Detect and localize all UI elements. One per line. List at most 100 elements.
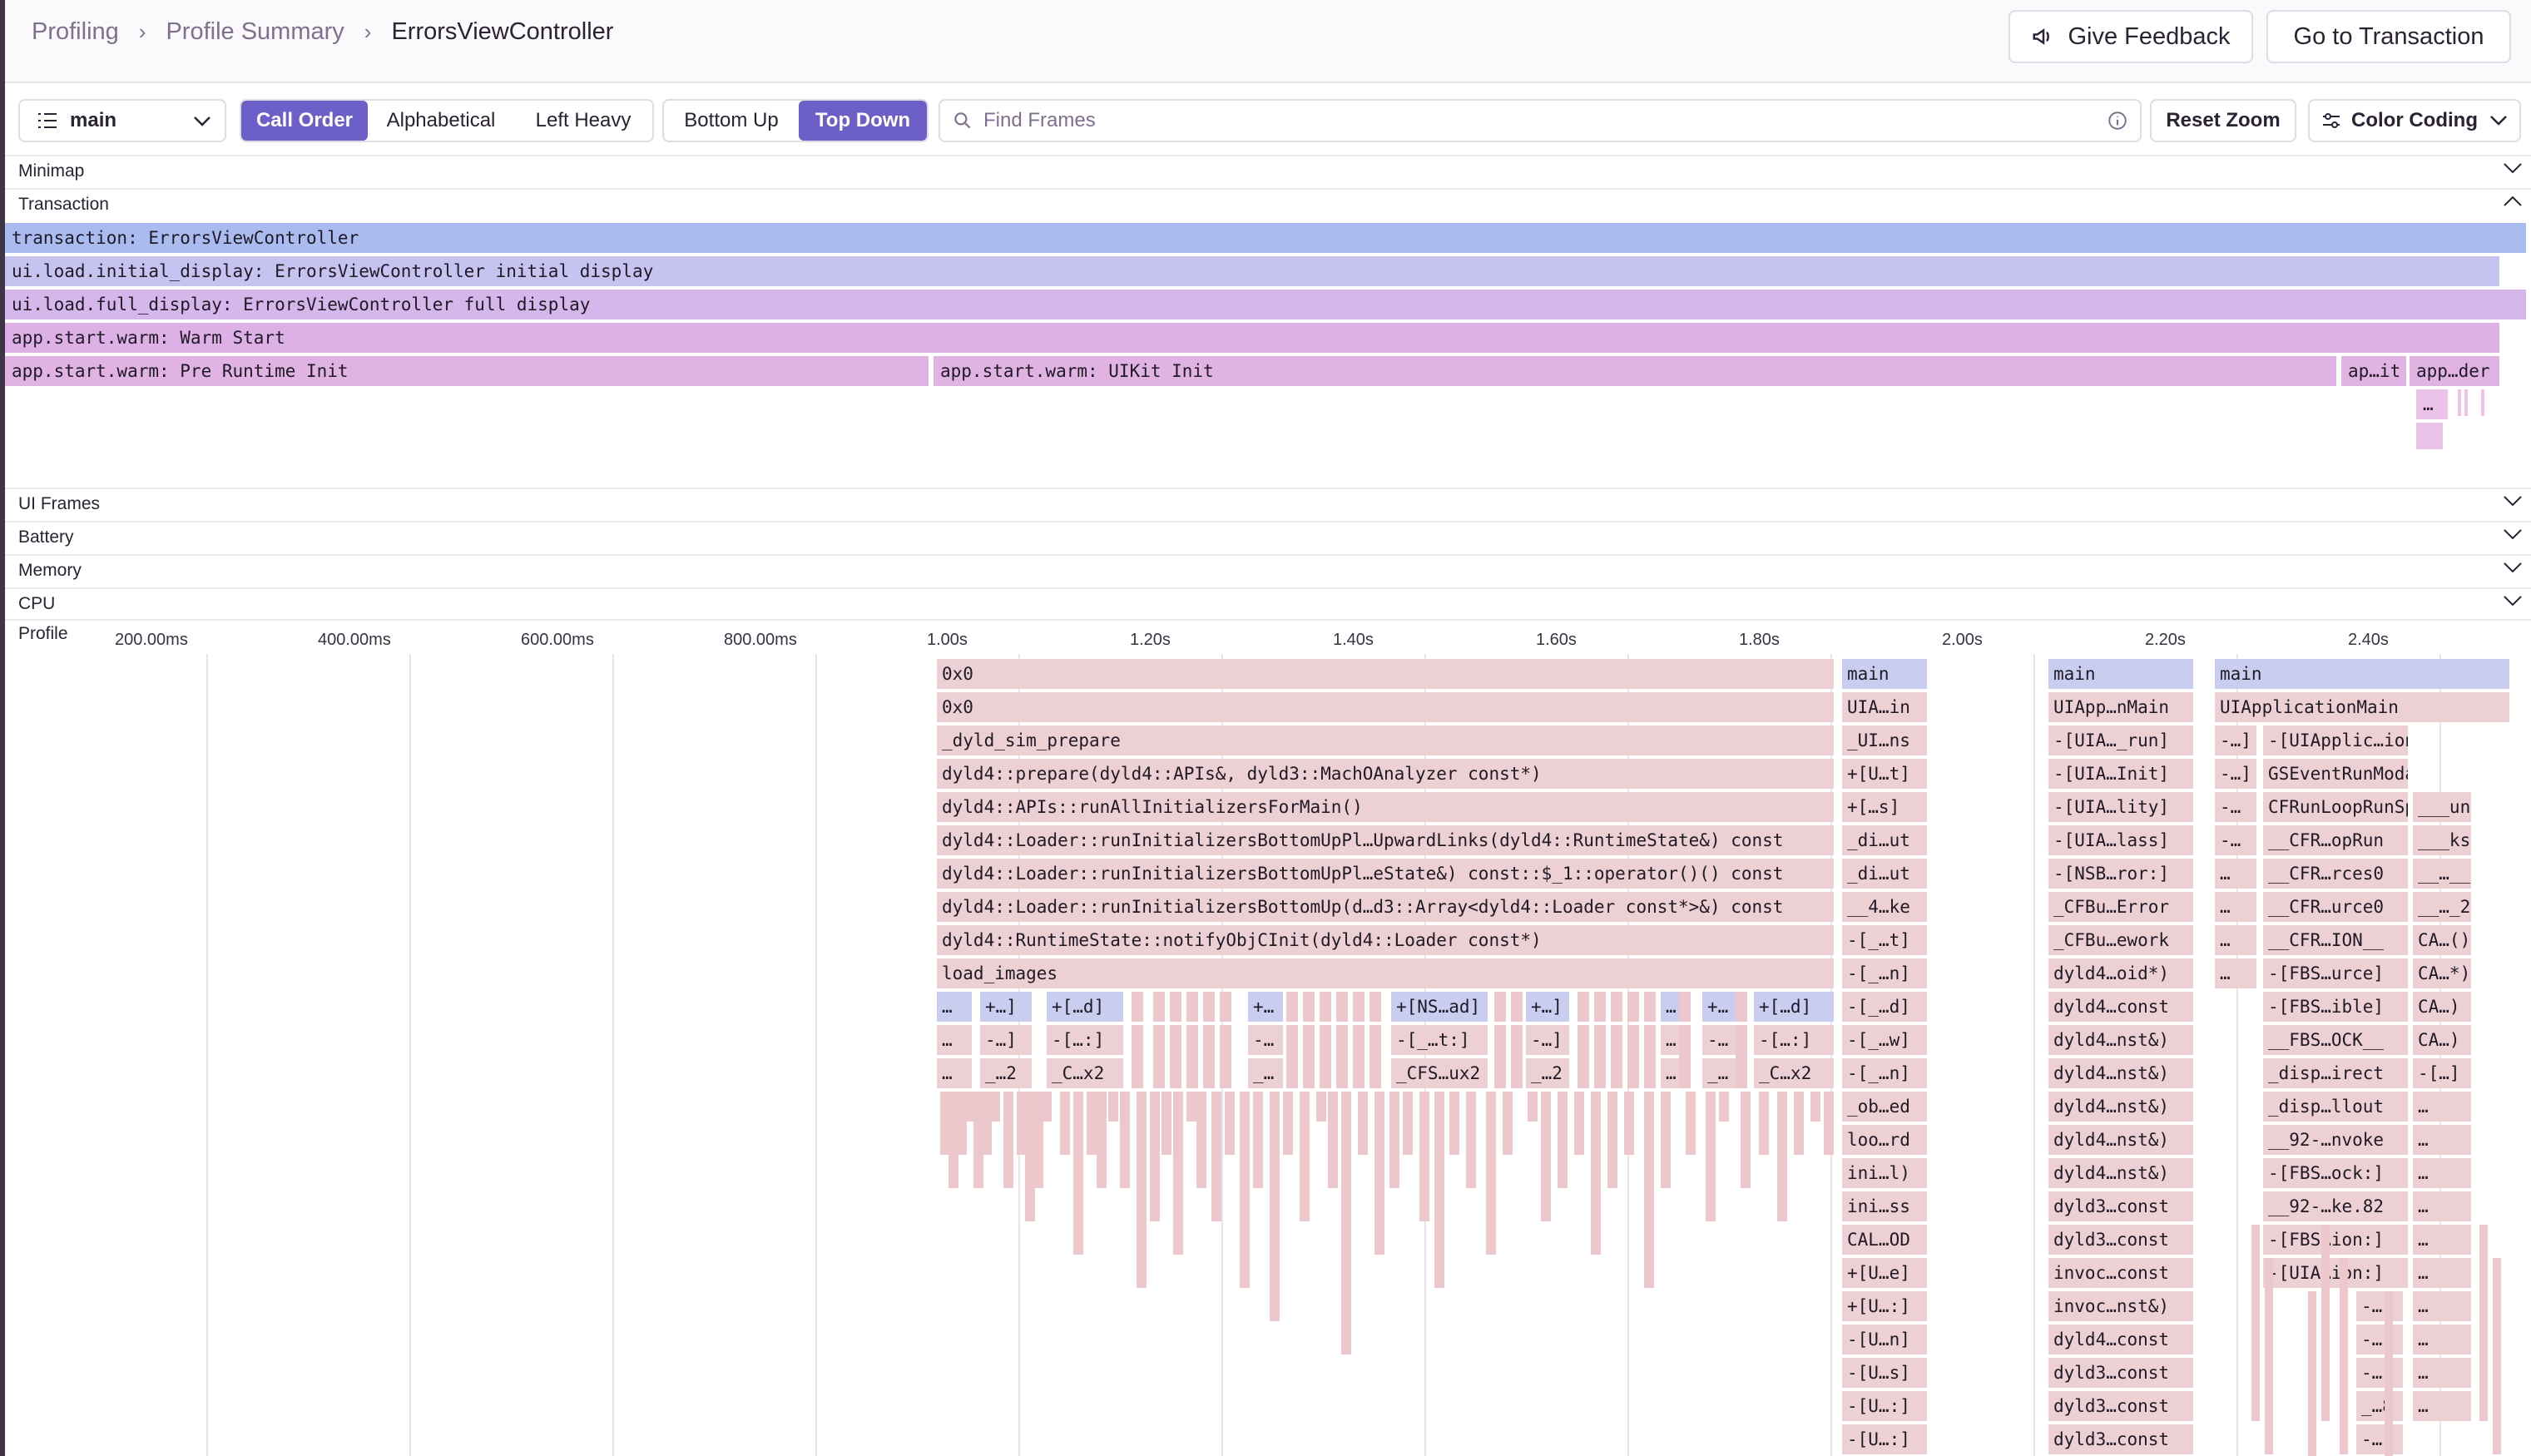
flame-frame[interactable]: … xyxy=(2413,1158,2471,1188)
breadcrumb-profile-summary[interactable]: Profile Summary xyxy=(166,18,344,46)
flame-frame[interactable]: ___un xyxy=(2413,792,2471,822)
flame-frame[interactable]: _CFBu…Error xyxy=(2048,892,2193,922)
flame-frame[interactable]: __92-…nvoke xyxy=(2263,1125,2408,1155)
flame-frame[interactable]: dyld4::prepare(dyld4::APIs&, dyld3::Mach… xyxy=(937,759,1834,789)
flame-frame[interactable]: +[…s] xyxy=(1842,792,1927,822)
flame-frame[interactable]: -… xyxy=(2215,792,2256,822)
flame-frame[interactable]: … xyxy=(937,1025,972,1055)
flame-frame[interactable]: -…] xyxy=(2215,759,2256,789)
flame-frame[interactable]: UIApplicationMain xyxy=(2215,692,2509,722)
flame-frame[interactable]: CA…*) xyxy=(2413,958,2471,988)
flame-frame[interactable]: -[FBS…ible] xyxy=(2263,992,2408,1022)
flame-frame[interactable]: CAL…OD xyxy=(1842,1225,1927,1255)
span-initial-display[interactable]: ui.load.initial_display: ErrorsViewContr… xyxy=(5,256,2499,286)
flame-frame[interactable]: -[U…:] xyxy=(1842,1391,1927,1421)
flame-frame[interactable]: _disp…llout xyxy=(2263,1092,2408,1122)
flame-frame[interactable]: __CFR…urce0 xyxy=(2263,892,2408,922)
flame-frame[interactable]: main xyxy=(1842,659,1927,689)
span-app-der[interactable]: app…der xyxy=(2410,356,2499,386)
cpu-section-header[interactable]: CPU xyxy=(5,587,2531,619)
flame-frame[interactable]: … xyxy=(2413,1391,2471,1421)
flame-frame[interactable]: dyld3…const xyxy=(2048,1391,2193,1421)
flame-frame[interactable]: +[U…t] xyxy=(1842,759,1927,789)
flame-frame[interactable]: -…] xyxy=(2356,1424,2403,1454)
flame-frame[interactable]: _…2 xyxy=(980,1058,1032,1088)
flame-frame[interactable]: -[U…s] xyxy=(1842,1358,1927,1388)
battery-section-header[interactable]: Battery xyxy=(5,521,2531,552)
info-icon[interactable] xyxy=(2107,110,2128,131)
flame-frame[interactable]: _CFBu…ework xyxy=(2048,925,2193,955)
flame-frame[interactable]: __…__ xyxy=(2413,859,2471,889)
transaction-section-header[interactable]: Transaction xyxy=(5,188,2531,220)
flame-frame[interactable]: dyld4::Loader::runInitializersBottomUpPl… xyxy=(937,825,1834,855)
flame-frame[interactable]: dyld3…const xyxy=(2048,1358,2193,1388)
flame-frame[interactable]: __…_2 xyxy=(2413,892,2471,922)
view-top-down-button[interactable]: Top Down xyxy=(799,101,927,141)
flame-frame[interactable]: -… xyxy=(1248,1025,1283,1055)
flame-frame[interactable]: dyld3…const xyxy=(2048,1424,2193,1454)
flame-frame[interactable]: +…] xyxy=(980,992,1032,1022)
sort-left-heavy-button[interactable]: Left Heavy xyxy=(514,101,652,141)
flame-frame[interactable]: +[NS…ad] xyxy=(1391,992,1488,1022)
flame-frame[interactable]: -[…:] xyxy=(1047,1025,1123,1055)
flame-frame[interactable]: … xyxy=(2413,1225,2471,1255)
reset-zoom-button[interactable]: Reset Zoom xyxy=(2150,99,2296,142)
flame-frame[interactable]: _disp…irect xyxy=(2263,1058,2408,1088)
flame-frame[interactable]: … xyxy=(937,992,972,1022)
give-feedback-button[interactable]: Give Feedback xyxy=(2008,10,2253,63)
flame-frame[interactable]: UIA…in xyxy=(1842,692,1927,722)
flame-frame[interactable]: CA…() xyxy=(2413,925,2471,955)
flame-frame[interactable]: -[…:] xyxy=(1754,1025,1834,1055)
flame-frame[interactable]: load_images xyxy=(937,958,1834,988)
span-ap-it[interactable]: ap…it xyxy=(2341,356,2406,386)
flame-frame[interactable]: +[U…:] xyxy=(1842,1291,1927,1321)
flame-frame[interactable]: … xyxy=(2413,1092,2471,1122)
flame-frame[interactable]: dyld4…const xyxy=(2048,1325,2193,1354)
sort-call-order-button[interactable]: Call Order xyxy=(241,101,368,141)
flame-frame[interactable]: -… xyxy=(2215,825,2256,855)
flame-frame[interactable]: _… xyxy=(1248,1058,1283,1088)
flame-frame[interactable]: -…] xyxy=(2356,1358,2403,1388)
flame-frame[interactable]: -[FBS…ock:] xyxy=(2263,1158,2408,1188)
flamegraph[interactable]: 0x0 0x0 _dyld_sim_prepare dyld4::prepare(dy… xyxy=(5,654,2531,1456)
flame-frame[interactable]: 0x0 xyxy=(937,692,1834,722)
flame-frame[interactable]: CFRunLoopRunSpecific xyxy=(2263,792,2408,822)
flame-frame[interactable]: __CFR…rces0 xyxy=(2263,859,2408,889)
flame-frame[interactable]: CA…) xyxy=(2413,1025,2471,1055)
flame-frame[interactable]: -[_…n] xyxy=(1842,958,1927,988)
flame-frame[interactable]: __92-…ke.82 xyxy=(2263,1191,2408,1221)
flame-frame[interactable]: -[UIA…Init] xyxy=(2048,759,2193,789)
find-frames-input[interactable] xyxy=(982,108,2107,133)
flame-frame[interactable]: … xyxy=(2215,859,2256,889)
sort-alphabetical-button[interactable]: Alphabetical xyxy=(368,101,514,141)
thread-select[interactable]: main xyxy=(18,99,226,142)
flame-frame[interactable]: -[_…n] xyxy=(1842,1058,1927,1088)
flame-frame[interactable]: -[FBS…urce] xyxy=(2263,958,2408,988)
flame-frame[interactable]: -…] xyxy=(2215,726,2256,755)
minimap-section-header[interactable]: Minimap xyxy=(5,155,2531,186)
flame-frame[interactable]: -[UIA…_run] xyxy=(2048,726,2193,755)
flame-frame[interactable]: invoc…nst&) xyxy=(2048,1291,2193,1321)
go-to-transaction-button[interactable]: Go to Transaction xyxy=(2266,10,2511,63)
span-child[interactable]: … xyxy=(2416,389,2448,419)
flame-frame[interactable]: dyld4::Loader::runInitializersBottomUpPl… xyxy=(937,859,1834,889)
flame-frame[interactable]: +[…d] xyxy=(1047,992,1123,1022)
flame-frame[interactable]: __CFR…ION__ xyxy=(2263,925,2408,955)
flame-frame[interactable]: ini…l) xyxy=(1842,1158,1927,1188)
flame-frame[interactable]: _CFS…ux2 xyxy=(1391,1058,1488,1088)
flame-frame[interactable]: +[…d] xyxy=(1754,992,1834,1022)
flame-frame[interactable]: -[_…d] xyxy=(1842,992,1927,1022)
flame-frame[interactable]: … xyxy=(2215,958,2256,988)
flame-frame[interactable]: __FBS…OCK__ xyxy=(2263,1025,2408,1055)
flame-frame[interactable]: -…] xyxy=(980,1025,1032,1055)
flame-frame[interactable]: _di…ut xyxy=(1842,825,1927,855)
memory-section-header[interactable]: Memory xyxy=(5,554,2531,586)
flame-frame[interactable]: dyld4…nst&) xyxy=(2048,1158,2193,1188)
flame-frame[interactable]: dyld4::RuntimeState::notifyObjCInit(dyld… xyxy=(937,925,1834,955)
flame-frame[interactable]: -…] xyxy=(2356,1325,2403,1354)
color-coding-button[interactable]: Color Coding xyxy=(2308,99,2521,142)
span-warm-start[interactable]: app.start.warm: Warm Start xyxy=(5,323,2499,353)
flame-frame[interactable]: -…] xyxy=(1526,1025,1569,1055)
flame-frame[interactable]: 0x0 xyxy=(937,659,1834,689)
flame-frame[interactable]: … xyxy=(2215,925,2256,955)
